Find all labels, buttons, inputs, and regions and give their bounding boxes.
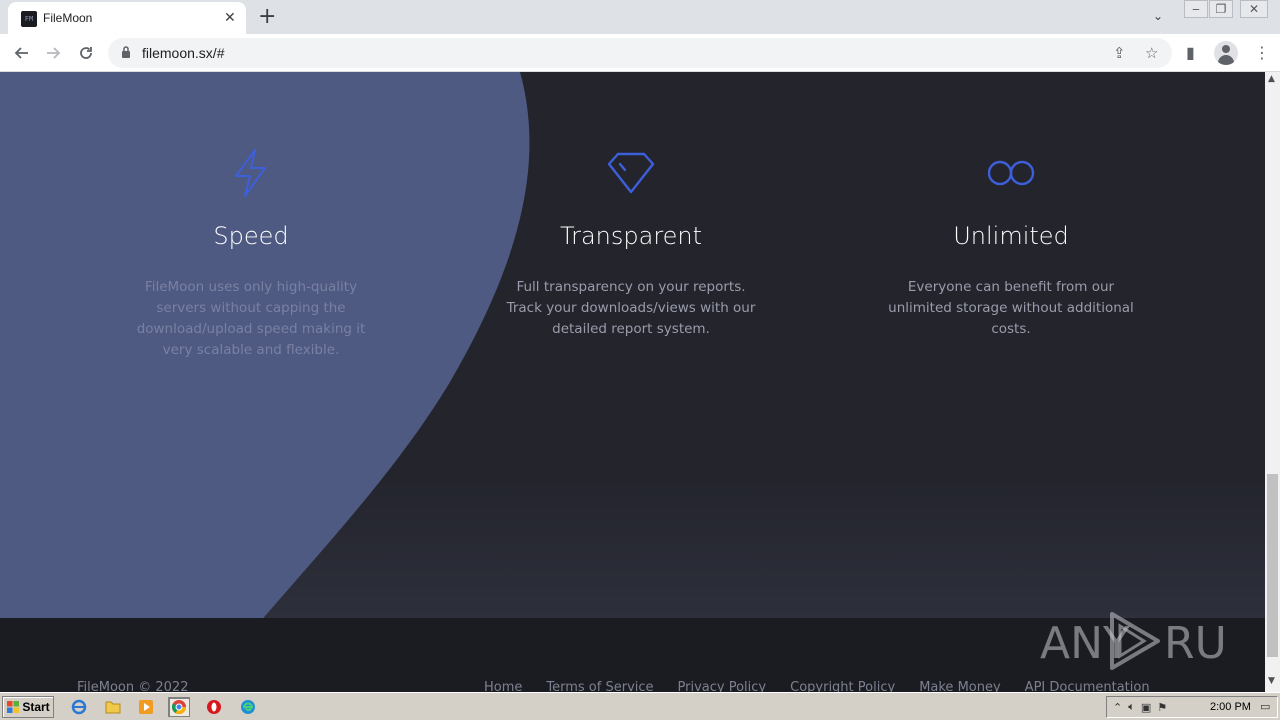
- footer-link-make-money[interactable]: Make Money: [919, 680, 1000, 692]
- chrome-icon[interactable]: [168, 697, 190, 717]
- menu-kebab-icon[interactable]: ⋮: [1254, 43, 1270, 62]
- tab-title: FileMoon: [43, 11, 93, 25]
- browser-tab[interactable]: FM FileMoon ✕: [8, 2, 246, 34]
- back-icon[interactable]: [10, 42, 32, 64]
- media-player-icon[interactable]: [135, 697, 157, 717]
- folder-icon[interactable]: [102, 697, 124, 717]
- anyrun-logo: ANY RUN: [1040, 612, 1230, 670]
- action-center-flag-icon[interactable]: ⚑: [1157, 701, 1167, 714]
- tab-search-chevron-icon[interactable]: ⌄: [1153, 9, 1163, 23]
- feature-title: Unlimited: [953, 222, 1069, 250]
- bookmark-star-icon[interactable]: ☆: [1145, 44, 1158, 62]
- tray-expand-icon[interactable]: ⌃: [1113, 701, 1122, 714]
- tab-close-icon[interactable]: ✕: [224, 10, 236, 26]
- footer-link-home[interactable]: Home: [484, 680, 522, 692]
- scroll-thumb[interactable]: [1267, 474, 1278, 657]
- show-desktop-icon[interactable]: ▭: [1260, 700, 1270, 713]
- system-tray: ⌃ 🔈︎ ▣ ⚑ 2:00 PM ▭: [1106, 696, 1278, 718]
- minimize-icon[interactable]: ‒: [1184, 0, 1208, 18]
- edge-icon[interactable]: [237, 697, 259, 717]
- infinity-icon: [987, 160, 1035, 186]
- footer-copyright: FileMoon © 2022: [77, 680, 189, 692]
- address-bar[interactable]: filemoon.sx/# ⇪ ☆: [108, 38, 1172, 68]
- scroll-up-icon[interactable]: ▲: [1268, 74, 1275, 84]
- window-close-icon[interactable]: ✕: [1240, 0, 1268, 18]
- new-tab-icon[interactable]: +: [258, 4, 276, 29]
- taskbar-clock[interactable]: 2:00 PM: [1210, 701, 1251, 713]
- feature-description: Full transparency on your reports. Track…: [506, 279, 756, 337]
- footer-link-copyright[interactable]: Copyright Policy: [790, 680, 895, 692]
- svg-text:RUN: RUN: [1164, 618, 1230, 669]
- feature-description: FileMoon uses only high-quality servers …: [136, 279, 366, 358]
- lightning-icon: [235, 149, 266, 197]
- url-text[interactable]: filemoon.sx/#: [142, 45, 224, 61]
- favicon-icon: FM: [21, 11, 37, 27]
- favicon-text: FM: [24, 15, 34, 23]
- forward-icon[interactable]: [43, 42, 65, 64]
- opera-icon[interactable]: [203, 697, 225, 717]
- feature-description: Everyone can benefit from our unlimited …: [888, 279, 1134, 337]
- windows-taskbar: Start ⌃ 🔈︎ ▣ ⚑ 2:00 PM ▭: [0, 692, 1280, 720]
- anyrun-watermark: ANY RUN: [1040, 610, 1230, 672]
- diamond-icon: [607, 152, 655, 194]
- feature-title: Speed: [213, 222, 289, 250]
- network-icon[interactable]: ▣: [1141, 701, 1151, 714]
- footer-links: Home Terms of Service Privacy Policy Cop…: [484, 680, 1150, 692]
- restore-icon[interactable]: ❐: [1209, 0, 1233, 18]
- ie-icon[interactable]: [68, 697, 90, 717]
- start-label: Start: [22, 700, 50, 714]
- svg-text:ANY: ANY: [1040, 618, 1130, 669]
- side-panel-icon[interactable]: ▮: [1186, 43, 1195, 62]
- windows-flag-icon: [7, 701, 20, 713]
- footer-link-api[interactable]: API Documentation: [1025, 680, 1150, 692]
- volume-icon[interactable]: 🔈︎: [1128, 700, 1135, 714]
- browser-toolbar: filemoon.sx/# ⇪ ☆ ▮ ⋮: [0, 34, 1280, 72]
- page-content: Speed FileMoon uses only high-quality se…: [0, 72, 1265, 692]
- profile-avatar-icon[interactable]: [1214, 41, 1238, 65]
- lock-icon[interactable]: [121, 45, 131, 59]
- start-button[interactable]: Start: [2, 696, 54, 718]
- feature-title: Transparent: [559, 222, 703, 250]
- share-icon[interactable]: ⇪: [1113, 44, 1126, 62]
- scroll-down-icon[interactable]: ▼: [1268, 676, 1275, 686]
- footer-link-privacy[interactable]: Privacy Policy: [678, 680, 767, 692]
- footer-link-terms[interactable]: Terms of Service: [546, 680, 653, 692]
- page-scrollbar[interactable]: ▲ ▼: [1265, 72, 1280, 692]
- tab-strip: FM FileMoon ✕ + ⌄ ‒ ❐ ✕: [0, 0, 1280, 34]
- reload-icon[interactable]: [75, 42, 97, 64]
